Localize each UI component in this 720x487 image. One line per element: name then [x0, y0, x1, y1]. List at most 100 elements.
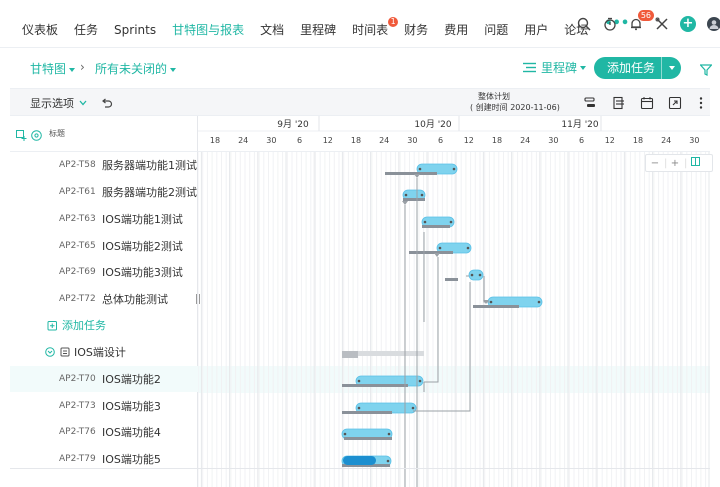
task-row[interactable]: AP2-T73 IOS端功能3 — [10, 393, 198, 419]
bell-icon[interactable]: 56 — [624, 10, 654, 36]
view-selector-label: 甘特图 — [30, 62, 67, 76]
nav-item-label: Sprints — [114, 22, 157, 37]
bar-handle — [537, 300, 541, 304]
filter-selector-label: 所有未关闭的 — [95, 62, 168, 76]
quick-add-icon[interactable]: + — [676, 12, 700, 36]
nav-item[interactable]: 费用 — [436, 0, 476, 48]
milestone-toggle[interactable]: 里程碑 — [523, 59, 587, 76]
add-task-button[interactable]: 添加任务 — [594, 57, 681, 79]
day-tick-label: 18 — [351, 136, 361, 145]
zoom-out-button[interactable]: − — [646, 158, 664, 169]
bar-handle — [438, 246, 442, 250]
zoom-in-button[interactable]: + — [666, 158, 684, 169]
task-row[interactable]: AP2-T61 服务器端功能2测试 — [10, 179, 198, 205]
plan-created-date: ( 创建时间 2020-11-06) — [470, 103, 560, 112]
task-id[interactable]: AP2-T63 — [59, 214, 102, 224]
timeline-header: 9月 '20 10月 '20 11月 '20 18 24 30 6 12 18 24 30 6 12 18… — [198, 116, 710, 152]
task-title[interactable]: 服务器端功能1测试 — [102, 157, 197, 173]
view-selector[interactable]: 甘特图 — [30, 60, 76, 77]
milestone-label: 里程碑 — [541, 61, 578, 75]
bar-handle — [418, 167, 422, 171]
day-tick-label: 30 — [407, 136, 417, 145]
search-icon[interactable] — [572, 12, 596, 36]
task-id[interactable]: AP2-T58 — [59, 160, 102, 170]
task-id[interactable]: AP2-T79 — [59, 454, 102, 464]
task-id[interactable]: AP2-T72 — [59, 294, 102, 304]
task-row[interactable]: AP2-T76 IOS端功能4 — [10, 419, 198, 445]
add-task-dropdown[interactable] — [661, 57, 681, 79]
nav-item-label: 甘特图与报表 — [172, 22, 245, 37]
task-title[interactable]: IOS端功能5 — [102, 451, 161, 467]
tools-icon[interactable] — [650, 12, 674, 36]
timer-icon[interactable] — [598, 12, 622, 36]
task-id[interactable]: AP2-T61 — [59, 187, 102, 197]
nav-item-label: 问题 — [484, 22, 509, 37]
task-id[interactable]: AP2-T69 — [59, 267, 102, 277]
undo-icon[interactable] — [101, 95, 113, 114]
task-id[interactable]: AP2-T76 — [59, 427, 102, 437]
nav-item[interactable]: 任务 — [66, 0, 106, 48]
nav-item-label: 里程碑 — [300, 22, 337, 37]
nav-item[interactable]: 文档 — [252, 0, 292, 48]
export-icon[interactable] — [612, 95, 626, 110]
month-label: 9月 '20 — [277, 119, 309, 130]
nav-item[interactable]: 仪表板 — [14, 0, 66, 48]
day-tick-label: 12 — [464, 136, 474, 145]
nav-item-label: 任务 — [74, 22, 99, 37]
day-tick-label: 12 — [323, 136, 333, 145]
task-title[interactable]: IOS端功能2测试 — [102, 238, 183, 254]
filter-selector[interactable]: 所有未关闭的 — [95, 60, 177, 77]
task-grid: 添加任务 IOS端设计 AP2-T58 服务器端功能1测试 AP2-T61 服务器端功… — [10, 152, 198, 487]
dependency-arrow — [434, 253, 440, 257]
pane-resize-handle[interactable] — [196, 294, 200, 304]
avatar[interactable] — [702, 12, 720, 36]
task-row[interactable]: AP2-T58 服务器端功能1测试 — [10, 152, 198, 178]
collapse-icon[interactable] — [45, 347, 55, 357]
task-row[interactable]: AP2-T70 IOS端功能2 — [10, 366, 198, 392]
settings-circle-icon[interactable] — [31, 126, 42, 145]
add-column-icon[interactable] — [16, 126, 27, 145]
chevron-down-icon — [170, 67, 177, 72]
gantt-chart-area — [198, 152, 710, 487]
add-task-row[interactable]: 添加任务 — [10, 312, 198, 338]
task-title[interactable]: IOS端功能3测试 — [102, 264, 183, 280]
task-row[interactable]: AP2-T69 IOS端功能3测试 — [10, 259, 198, 285]
fullscreen-icon[interactable] — [668, 95, 682, 110]
nav-item[interactable]: Sprints — [106, 0, 164, 48]
task-title[interactable]: IOS端功能3 — [102, 398, 161, 414]
task-title[interactable]: IOS端功能2 — [102, 371, 161, 387]
nav-item[interactable]: 时间表 1 — [344, 0, 399, 48]
critical-path-icon[interactable] — [583, 95, 597, 109]
nav-item-label: 用户 — [524, 22, 549, 37]
nav-item[interactable]: 问题 — [476, 0, 516, 48]
group-row[interactable]: IOS端设计 — [10, 339, 198, 365]
task-title[interactable]: 总体功能测试 — [102, 291, 168, 307]
nav-item[interactable]: 甘特图与报表 — [164, 0, 252, 48]
nav-item-label: 仪表板 — [22, 22, 59, 37]
task-row[interactable]: AP2-T65 IOS端功能2测试 — [10, 233, 198, 259]
more-options-icon[interactable] — [694, 95, 708, 109]
task-title[interactable]: IOS端功能1测试 — [102, 211, 183, 227]
task-id[interactable]: AP2-T65 — [59, 241, 102, 251]
chevron-down-icon — [580, 65, 587, 70]
calendar-icon[interactable] — [640, 95, 654, 110]
task-row[interactable]: AP2-T63 IOS端功能1测试 — [10, 206, 198, 232]
add-task-link[interactable]: 添加任务 — [47, 317, 106, 333]
month-label: 11月 '20 — [561, 119, 599, 130]
baseline-bar — [473, 305, 519, 308]
task-id[interactable]: AP2-T73 — [59, 401, 102, 411]
task-id[interactable]: AP2-T70 — [59, 374, 102, 384]
task-row[interactable]: AP2-T72 总体功能测试 — [10, 286, 198, 312]
baseline-bar — [403, 198, 425, 201]
bar-handle — [420, 193, 424, 197]
nav-item[interactable]: 用户 — [516, 0, 556, 48]
fit-view-icon[interactable] — [686, 157, 704, 169]
task-title[interactable]: 服务器端功能2测试 — [102, 184, 197, 200]
nav-item[interactable]: 财务 — [396, 0, 436, 48]
filter-icon[interactable] — [699, 61, 713, 80]
day-tick-label: 30 — [266, 136, 276, 145]
display-options-dropdown[interactable]: 显示选项 — [30, 95, 87, 111]
nav-item[interactable]: 里程碑 — [292, 0, 344, 48]
task-title[interactable]: IOS端功能4 — [102, 424, 161, 440]
bar-handle — [357, 379, 361, 383]
